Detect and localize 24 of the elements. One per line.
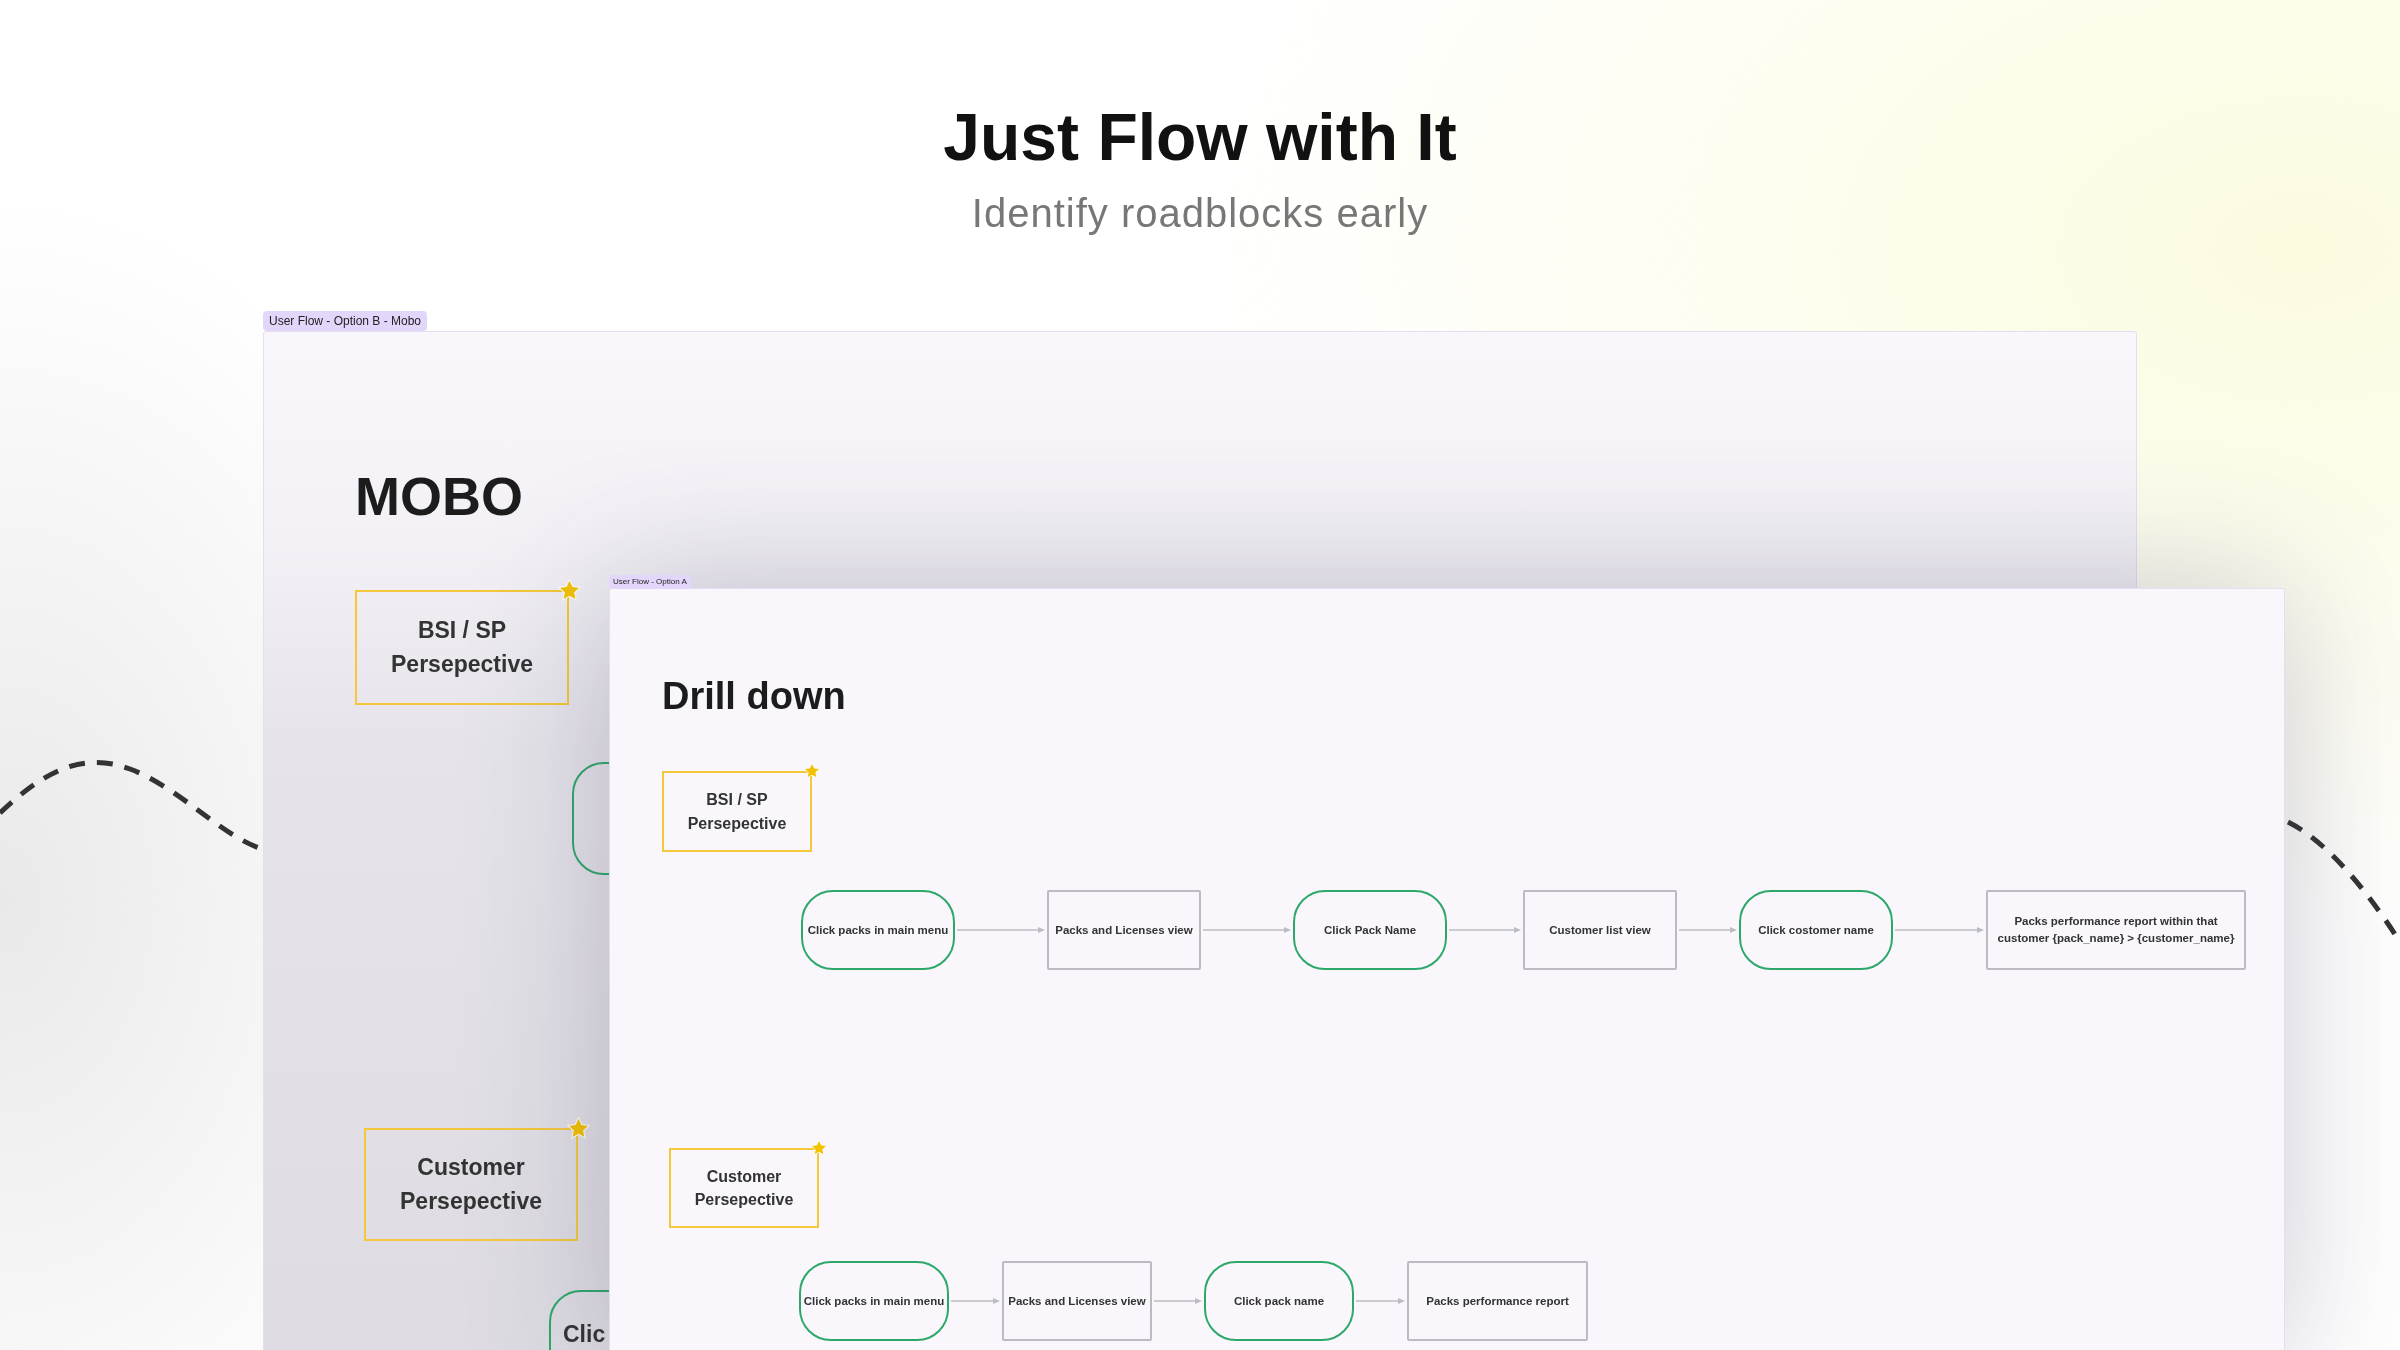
screen-node: Packs performance report within that customer {pack_name} > {customer_name} bbox=[1986, 890, 2246, 970]
page-title: Just Flow with It bbox=[942, 99, 1458, 176]
action-node: Click Pack Name bbox=[1293, 890, 1447, 970]
action-node: Click packs in main menu bbox=[799, 1261, 949, 1341]
frame-title: Drill down bbox=[662, 674, 846, 719]
frame-label: User Flow - Option B - Mobo bbox=[263, 311, 428, 331]
screen-node: Packs performance report bbox=[1407, 1261, 1588, 1341]
flow-arrow bbox=[1153, 1298, 1202, 1304]
frame-title: MOBO bbox=[355, 465, 523, 528]
flow-arrow bbox=[1678, 927, 1737, 933]
perspective-label: Customer Persepective bbox=[669, 1148, 819, 1228]
action-node: Click packs in main menu bbox=[801, 890, 955, 970]
screen-node: Customer list view bbox=[1523, 890, 1677, 970]
action-node: Click costomer name bbox=[1739, 890, 1893, 970]
flow-arrow bbox=[950, 1298, 1000, 1304]
action-node: Click pack name bbox=[1204, 1261, 1354, 1341]
perspective-label: BSI / SP Persepective bbox=[662, 771, 812, 852]
perspective-label: Customer Persepective bbox=[364, 1128, 578, 1241]
screen-node: Packs and Licenses view bbox=[1002, 1261, 1152, 1341]
page-subtitle: Identify roadblocks early bbox=[970, 190, 1430, 238]
perspective-label: BSI / SP Persepective bbox=[355, 590, 569, 705]
screen-node: Packs and Licenses view bbox=[1047, 890, 1201, 970]
flow-arrow bbox=[1355, 1298, 1405, 1304]
frame-label: User Flow - Option A bbox=[609, 575, 691, 589]
